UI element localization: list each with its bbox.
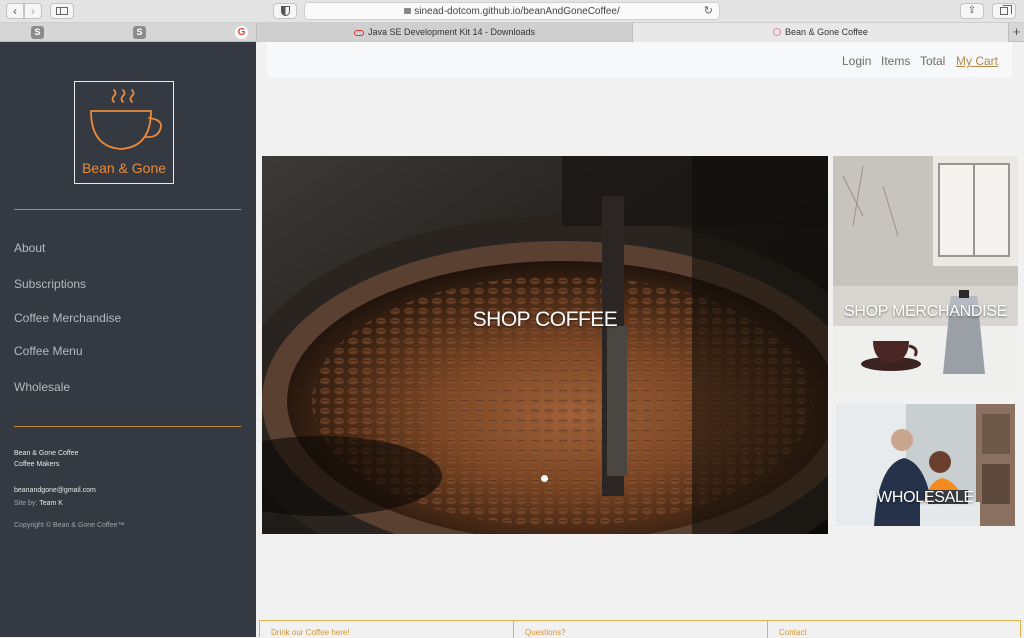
url-text: sinead-dotcom.github.io/beanAndGoneCoffe… [414, 6, 620, 17]
footer-drink-here[interactable]: Drink our Coffee here! [260, 621, 514, 638]
forward-button[interactable]: › [24, 3, 42, 19]
site-sidebar: Bean & Gone About Subscriptions Coffee M… [0, 42, 256, 637]
apple-bookmark-icon[interactable] [108, 26, 121, 39]
tab-label: Java SE Development Kit 14 - Downloads [367, 27, 536, 37]
sidebar-item-coffee-merchandise[interactable]: Coffee Merchandise [14, 311, 121, 325]
merch-label: SHOP MERCHANDISE [844, 303, 1007, 320]
sidebar-item-subscriptions[interactable]: Subscriptions [14, 277, 86, 291]
shop-merchandise-tile[interactable]: SHOP MERCHANDISE [833, 156, 1018, 395]
email-link[interactable]: beanandgone@gmail.com [14, 486, 96, 496]
tab-bar: S S G Java SE Development Kit 14 - Downl… [0, 23, 1024, 42]
site-by-team: Team K [39, 500, 63, 507]
apple-bookmark-icon[interactable] [82, 26, 95, 39]
s-bookmark-icon[interactable]: S [133, 26, 146, 39]
site-by-label: Site by: [14, 500, 38, 507]
wholesale-tile[interactable]: WHOLESALE [836, 404, 1015, 526]
top-navigation: Login Items Total My Cart [267, 42, 1012, 77]
company-tagline: Coffee Makers [14, 461, 60, 468]
privacy-shield-icon[interactable] [273, 3, 297, 19]
share-icon[interactable]: ⇪ [960, 3, 984, 19]
footer-contact[interactable]: Contact [768, 621, 1022, 638]
apple-bookmark-icon[interactable] [210, 26, 223, 39]
moka-pot-image [833, 156, 1018, 395]
apple-bookmark-icon[interactable] [57, 26, 70, 39]
google-bookmark-icon[interactable]: G [235, 26, 248, 39]
company-name: Bean & Gone Coffee [14, 450, 79, 457]
tab-label: Bean & Gone Coffee [785, 27, 868, 37]
new-tab-button[interactable]: + [1008, 23, 1024, 42]
back-button[interactable]: ‹ [6, 3, 24, 19]
sidebar-item-about[interactable]: About [14, 241, 45, 255]
coffee-cup-icon [90, 89, 162, 150]
carousel-dot[interactable] [541, 475, 548, 482]
apple-bookmark-icon[interactable] [159, 26, 172, 39]
hero-label: SHOP COFFEE [472, 308, 618, 331]
my-cart-link[interactable]: My Cart [956, 54, 998, 68]
logo[interactable]: Bean & Gone [74, 81, 174, 184]
divider [14, 209, 241, 210]
wholesale-label: WHOLESALE [877, 489, 974, 506]
copyright: Copyright © Bean & Gone Coffee™ [14, 522, 125, 529]
shop-coffee-banner[interactable]: SHOP COFFEE [262, 156, 828, 534]
main-content: Login Items Total My Cart SHOP COFFEE SH… [256, 42, 1024, 638]
browser-toolbar: ‹ › sinead-dotcom.github.io/beanAndGoneC… [0, 0, 1024, 23]
page-footer: Drink our Coffee here! Questions? Contac… [259, 620, 1022, 638]
s-bookmark-icon[interactable]: S [31, 26, 44, 39]
sidebar-item-wholesale[interactable]: Wholesale [14, 380, 70, 394]
divider [14, 426, 241, 427]
sidebar-item-coffee-menu[interactable]: Coffee Menu [14, 344, 83, 358]
site-favicon-icon [773, 28, 782, 36]
reload-icon[interactable]: ↻ [704, 3, 713, 20]
total-link[interactable]: Total [920, 54, 945, 68]
login-link[interactable]: Login [842, 54, 871, 68]
items-link[interactable]: Items [881, 54, 910, 68]
apple-bookmark-icon[interactable] [184, 26, 197, 39]
tab-bean-and-gone[interactable]: Bean & Gone Coffee [632, 23, 1008, 42]
site-credit: Site by: Team K [14, 499, 63, 509]
lock-icon [404, 8, 412, 14]
business-meeting-image [836, 404, 1015, 526]
apple-bookmark-icon[interactable] [5, 26, 18, 39]
footer-questions[interactable]: Questions? [514, 621, 768, 638]
tab-overview-icon[interactable] [992, 3, 1016, 19]
sidebar-toggle-icon[interactable] [50, 3, 74, 19]
address-bar[interactable]: sinead-dotcom.github.io/beanAndGoneCoffe… [304, 2, 720, 20]
logo-text: Bean & Gone [81, 160, 167, 176]
oracle-icon [353, 30, 364, 36]
tab-java-downloads[interactable]: Java SE Development Kit 14 - Downloads [256, 23, 632, 42]
